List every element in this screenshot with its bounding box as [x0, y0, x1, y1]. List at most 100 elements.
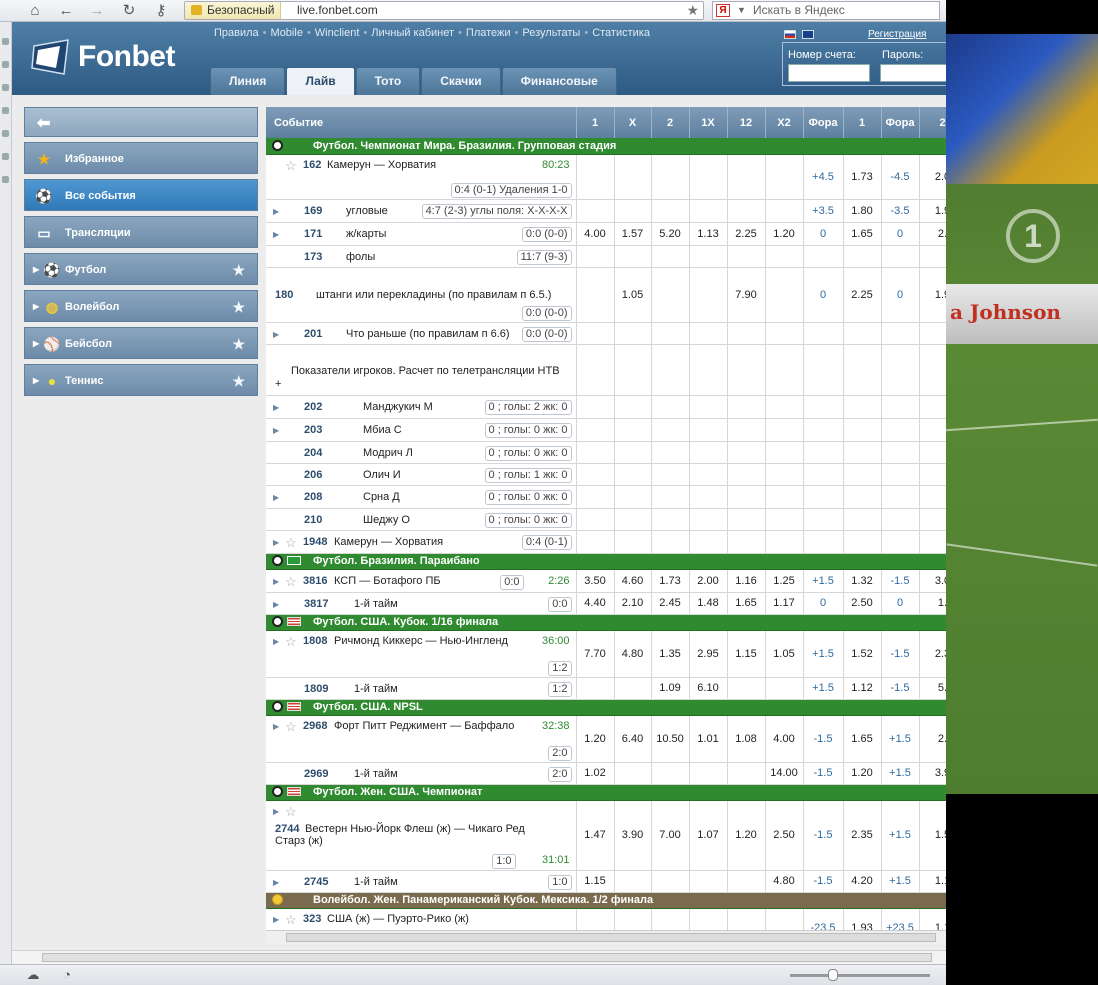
panel-icon[interactable] — [2, 84, 9, 91]
expand-triangle-icon[interactable]: ▶ — [273, 230, 279, 239]
password-input[interactable] — [880, 64, 946, 82]
event-row[interactable]: 173 фолы 11:7 (9-3) — [266, 245, 946, 268]
reload-icon[interactable]: ↻ — [120, 2, 138, 20]
event-cell[interactable]: + Показатели игроков. Расчет по телетранс… — [266, 344, 577, 396]
event-row[interactable]: ▶ 3817 1-й тайм 0:0 4.40 2.10 2.45 1.48 1.65 1.17… — [266, 592, 946, 615]
odds-cell[interactable]: 1.05 — [614, 267, 652, 323]
sidebar-item-0[interactable]: ★ Избранное — [24, 142, 258, 174]
event-cell[interactable]: ▶ ☆ 3816 КСП — Ботафого ПБ 0:0 2:26 — [266, 569, 577, 593]
favorite-star-icon[interactable]: ☆ — [285, 574, 297, 590]
secure-badge[interactable]: Безопасный — [185, 2, 282, 19]
odds-cell[interactable]: 1.1 — [919, 870, 946, 893]
cloud-icon[interactable]: ☁ — [24, 966, 42, 984]
bookmark-star-icon[interactable]: ★ — [686, 2, 699, 19]
odds-cell[interactable]: 2.3 — [919, 630, 946, 678]
chevron-right-icon[interactable]: ▶ — [33, 291, 39, 323]
top-nav-link[interactable]: Mobile — [271, 27, 303, 39]
odds-cell[interactable]: 3.50 — [576, 569, 615, 593]
expand-plus-icon[interactable]: + — [275, 378, 281, 390]
odds-cell[interactable]: 1.20 — [843, 762, 882, 785]
panel-icon[interactable] — [2, 130, 9, 137]
odds-cell[interactable]: -3.5 — [881, 199, 920, 223]
odds-cell[interactable]: 5. — [919, 677, 946, 700]
odds-cell[interactable]: 2.50 — [765, 800, 804, 871]
expand-triangle-icon[interactable]: ▶ — [273, 426, 279, 435]
odds-cell[interactable]: 1.9 — [919, 267, 946, 323]
odds-cell[interactable]: -1.5 — [803, 762, 844, 785]
event-cell[interactable]: ▶ ☆ 1808 Ричмонд Киккерс — Нью-Ингленд 1:2 36… — [266, 630, 577, 678]
odds-cell[interactable]: 0 — [881, 267, 920, 323]
panel-icon[interactable] — [2, 38, 9, 45]
top-nav-link[interactable]: Статистика — [592, 27, 650, 39]
event-cell[interactable]: 180 штанги или перекладины (по правилам п… — [266, 267, 577, 323]
event-cell[interactable]: 210 Шеджу О 0 ; голы: 0 жк: 0 — [266, 508, 577, 531]
sidebar-item-4[interactable]: ▶ ◍ Волейбол ★ — [24, 290, 258, 322]
event-cell[interactable]: 204 Модрич Л 0 ; голы: 0 жк: 0 — [266, 441, 577, 464]
odds-cell[interactable]: +1.5 — [881, 762, 920, 785]
odds-cell[interactable]: +1.5 — [881, 800, 920, 871]
odds-cell[interactable]: 1.73 — [651, 569, 690, 593]
odds-cell[interactable]: 1.02 — [576, 762, 615, 785]
sidebar-item-6[interactable]: ▶ ● Теннис ★ — [24, 364, 258, 396]
odds-cell[interactable]: 4.00 — [765, 715, 804, 763]
event-cell[interactable]: 2969 1-й тайм 2:0 — [266, 762, 577, 785]
odds-cell[interactable]: 0 — [803, 222, 844, 246]
odds-cell[interactable]: 1.65 — [727, 592, 766, 615]
odds-cell[interactable]: +3.5 — [803, 199, 844, 223]
chevron-right-icon[interactable]: ▶ — [33, 254, 39, 286]
odds-cell[interactable]: 1.01 — [689, 715, 728, 763]
yandex-search-input[interactable]: Искать в Яндекс — [753, 2, 845, 19]
odds-cell[interactable]: 1.15 — [576, 870, 615, 893]
event-cell[interactable]: ▶ ☆ 1948 Камерун — Хорватия 0:4 (0-1) — [266, 530, 577, 554]
odds-cell[interactable]: 7.00 — [651, 800, 690, 871]
event-row[interactable]: 2969 1-й тайм 2:01.02 14.00-1.51.20+1.53.9 — [266, 762, 946, 785]
odds-cell[interactable]: 1.73 — [843, 154, 882, 200]
favorite-star-icon[interactable]: ☆ — [285, 912, 297, 928]
odds-cell[interactable]: 1.05 — [765, 630, 804, 678]
top-nav-link[interactable]: Winclient — [315, 27, 360, 39]
expand-triangle-icon[interactable]: ▶ — [273, 330, 279, 339]
tab-1[interactable]: Лайв — [286, 67, 355, 95]
odds-cell[interactable]: 1.47 — [576, 800, 615, 871]
event-row[interactable]: ☆ 162 Камерун — Хорватия 0:4 (0-1) Удаления… — [266, 154, 946, 200]
odds-cell[interactable]: +4.5 — [803, 154, 844, 200]
event-row[interactable]: 206 Олич И 0 ; голы: 1 жк: 0 — [266, 463, 946, 486]
event-cell[interactable]: ▶ 208 Срна Д 0 ; голы: 0 жк: 0 — [266, 485, 577, 509]
event-row[interactable]: ▶ 2745 1-й тайм 1:01.15 4.80-1.54.20+1.51.1 — [266, 870, 946, 893]
odds-cell[interactable]: 2.95 — [689, 630, 728, 678]
video-player[interactable]: 1 a Johnson — [946, 0, 1098, 985]
odds-cell[interactable]: 1.08 — [727, 715, 766, 763]
registration-link[interactable]: Регистрация — [868, 29, 926, 40]
odds-cell[interactable]: 7.90 — [727, 267, 766, 323]
url-text[interactable]: live.fonbet.com — [297, 2, 378, 19]
scroll-thumb[interactable] — [286, 933, 936, 942]
chevron-down-icon[interactable]: ▼ — [737, 2, 746, 19]
expand-triangle-icon[interactable]: ▶ — [273, 577, 279, 586]
event-cell[interactable]: ☆ 162 Камерун — Хорватия 0:4 (0-1) Удаления… — [266, 154, 577, 200]
expand-triangle-icon[interactable]: ▶ — [273, 878, 279, 887]
favorite-star-icon[interactable]: ★ — [232, 328, 245, 360]
odds-cell[interactable]: +1.5 — [881, 870, 920, 893]
odds-cell[interactable]: 1.20 — [765, 222, 804, 246]
expand-triangle-icon[interactable]: ▶ — [273, 915, 279, 924]
tab-2[interactable]: Тото — [355, 67, 421, 95]
odds-cell[interactable]: 1.16 — [727, 569, 766, 593]
expand-triangle-icon[interactable]: ▶ — [273, 538, 279, 547]
odds-cell[interactable]: +1.5 — [881, 715, 920, 763]
odds-cell[interactable]: 1.17 — [765, 592, 804, 615]
odds-cell[interactable]: 10.50 — [651, 715, 690, 763]
chevron-right-icon[interactable]: ▶ — [33, 365, 39, 397]
home-icon[interactable]: ⌂ — [26, 2, 44, 20]
flag-ru-icon[interactable] — [784, 30, 796, 39]
favorite-star-icon[interactable]: ☆ — [285, 719, 297, 735]
odds-cell[interactable]: 0 — [881, 222, 920, 246]
odds-cell[interactable]: -1.5 — [881, 677, 920, 700]
sidebar-back-button[interactable]: ⬅ — [24, 107, 258, 137]
event-row[interactable]: 204 Модрич Л 0 ; голы: 0 жк: 0 — [266, 441, 946, 464]
favorite-star-icon[interactable]: ☆ — [285, 634, 297, 650]
event-row[interactable]: ▶ ☆ 2968 Форт Питт Реджимент — Баффало 2:0 32… — [266, 715, 946, 763]
odds-cell[interactable]: 1. — [919, 592, 946, 615]
table-horizontal-scrollbar[interactable] — [266, 930, 946, 944]
odds-cell[interactable]: 2.25 — [843, 267, 882, 323]
odds-cell[interactable]: 5.20 — [651, 222, 690, 246]
